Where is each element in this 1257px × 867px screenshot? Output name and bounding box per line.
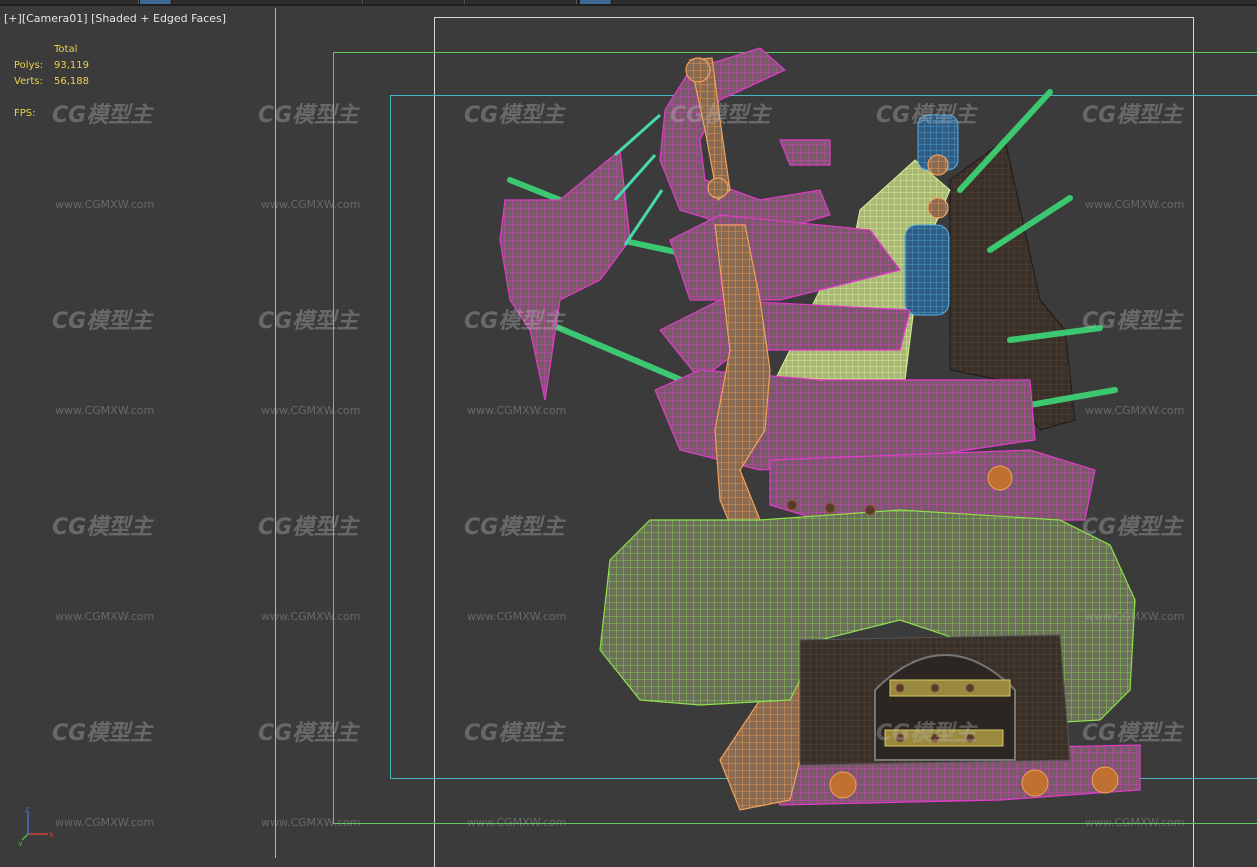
axis-y-label: y (18, 839, 23, 846)
axis-z-label: z (25, 806, 29, 814)
blue-barrel (904, 224, 950, 316)
axis-y-line (21, 833, 29, 841)
pink-flag (499, 148, 631, 401)
door-hinge-top (889, 679, 1011, 697)
axis-gizmo: x z y (18, 806, 54, 846)
axis-x-label: x (49, 830, 54, 839)
treehouse-wireframe-model[interactable] (0, 0, 1257, 853)
